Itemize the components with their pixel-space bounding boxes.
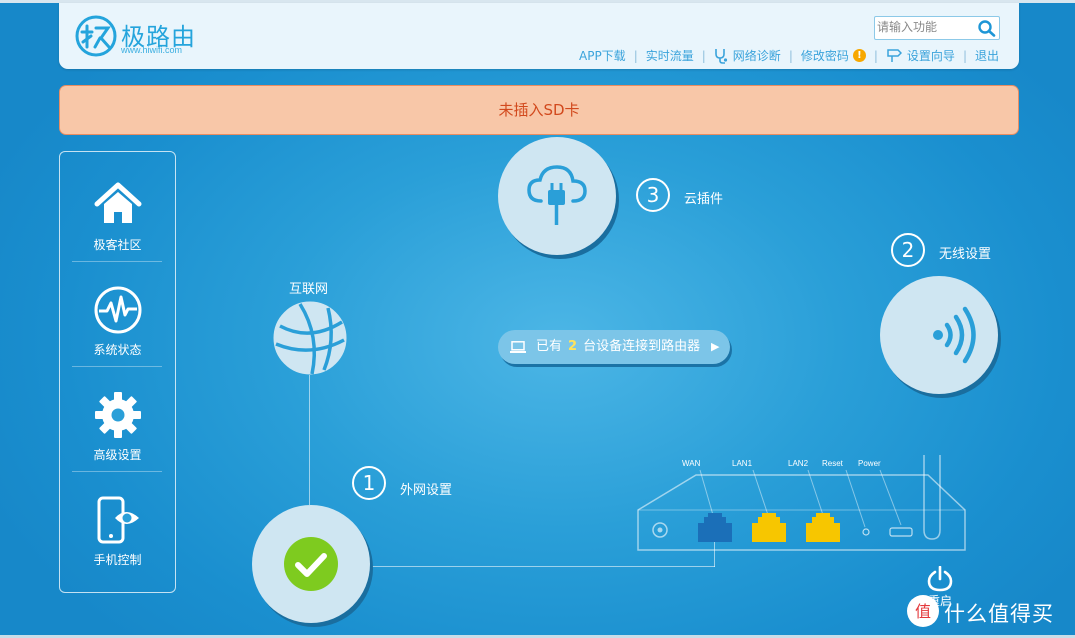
watermark-text: 什么值得买 (944, 602, 1054, 626)
sidebar-item-label: 手机控制 (93, 553, 142, 567)
devices-text: 已有 2 台设备连接到路由器 (536, 339, 701, 354)
step-number: 2 (891, 233, 925, 267)
step-number: 1 (352, 466, 386, 500)
wan-status-circle[interactable] (252, 505, 370, 623)
wifi-icon (933, 306, 976, 364)
arrow-right-icon: ▶ (711, 340, 720, 353)
watermark-logo: 值 (907, 595, 939, 627)
sidebar-item-advanced-settings[interactable]: 高级设置 (60, 366, 175, 470)
change-password-link[interactable]: 修改密码! (801, 47, 866, 64)
connector-line (370, 566, 715, 567)
port-label-lan1: LAN1 (732, 459, 753, 468)
top-links: APP下载 | 实时流量 | 网络诊断 | 修改密码! | 设置向导 | 退出 (579, 47, 999, 64)
pulse-icon (94, 286, 142, 334)
wan-settings-link[interactable]: 外网设置 (400, 479, 452, 498)
divider: | (701, 48, 706, 63)
logout-link[interactable]: 退出 (975, 47, 999, 64)
divider: | (788, 48, 793, 63)
sidebar-item-geek-community[interactable]: 极客社区 (60, 156, 175, 260)
app-download-link[interactable]: APP下载 (579, 47, 626, 64)
sidebar: 极客社区 系统状态 高级设置 手机控制 (59, 151, 176, 593)
signpost-icon (887, 49, 902, 62)
cloud-plugin-link[interactable]: 云插件 (684, 188, 723, 207)
cloud-plug-icon (527, 165, 587, 225)
globe-icon[interactable] (272, 300, 348, 376)
router-outline (637, 374, 966, 551)
power-icon (927, 565, 953, 592)
wireless-settings-link[interactable]: 无线设置 (939, 243, 991, 262)
check-icon (284, 537, 338, 591)
port-label-wan: WAN (682, 459, 701, 468)
network-diagnosis-link[interactable]: 网络诊断 (714, 47, 781, 64)
search-box (874, 16, 1000, 40)
sidebar-item-phone-control[interactable]: 手机控制 (60, 471, 175, 575)
phone-icon (97, 496, 139, 544)
port-label-reset: Reset (822, 459, 843, 468)
router-diagram: WAN LAN1 LAN2 Reset Power (618, 374, 978, 555)
laptop-icon (510, 341, 526, 353)
search-icon[interactable] (977, 19, 997, 37)
header: 极路由 www.hiwifi.com APP下载 | 实时流量 | 网络诊断 |… (59, 3, 1019, 69)
sidebar-item-system-status[interactable]: 系统状态 (60, 261, 175, 365)
divider: | (873, 48, 878, 63)
sidebar-item-label: 高级设置 (93, 448, 142, 462)
internet-label: 互联网 (289, 282, 329, 297)
connector-line (309, 375, 310, 505)
step-number: 3 (636, 178, 670, 212)
port-label-power: Power (858, 459, 881, 468)
setup-wizard-link[interactable]: 设置向导 (886, 47, 955, 64)
logo-icon (75, 15, 117, 57)
connected-devices-button[interactable]: 已有 2 台设备连接到路由器 ▶ (498, 330, 730, 364)
sidebar-item-label: 系统状态 (93, 343, 142, 357)
realtime-traffic-link[interactable]: 实时流量 (646, 47, 694, 64)
stethoscope-icon (714, 48, 727, 64)
gear-icon (95, 392, 141, 438)
cloud-plugin-circle[interactable] (498, 137, 616, 255)
warning-icon: ! (852, 49, 866, 62)
logo-subtitle: www.hiwifi.com (121, 45, 183, 55)
home-icon (94, 182, 142, 223)
watermark: 值 什么值得买 (906, 592, 1071, 632)
sidebar-item-label: 极客社区 (93, 238, 142, 252)
port-label-lan2: LAN2 (788, 459, 809, 468)
device-count: 2 (568, 339, 578, 354)
wireless-circle[interactable] (880, 276, 998, 394)
sd-card-alert: 未插入SD卡 (59, 85, 1019, 135)
svg-text:值: 值 (915, 602, 931, 621)
divider: | (962, 48, 967, 63)
search-input[interactable] (877, 19, 969, 35)
divider: | (633, 48, 638, 63)
